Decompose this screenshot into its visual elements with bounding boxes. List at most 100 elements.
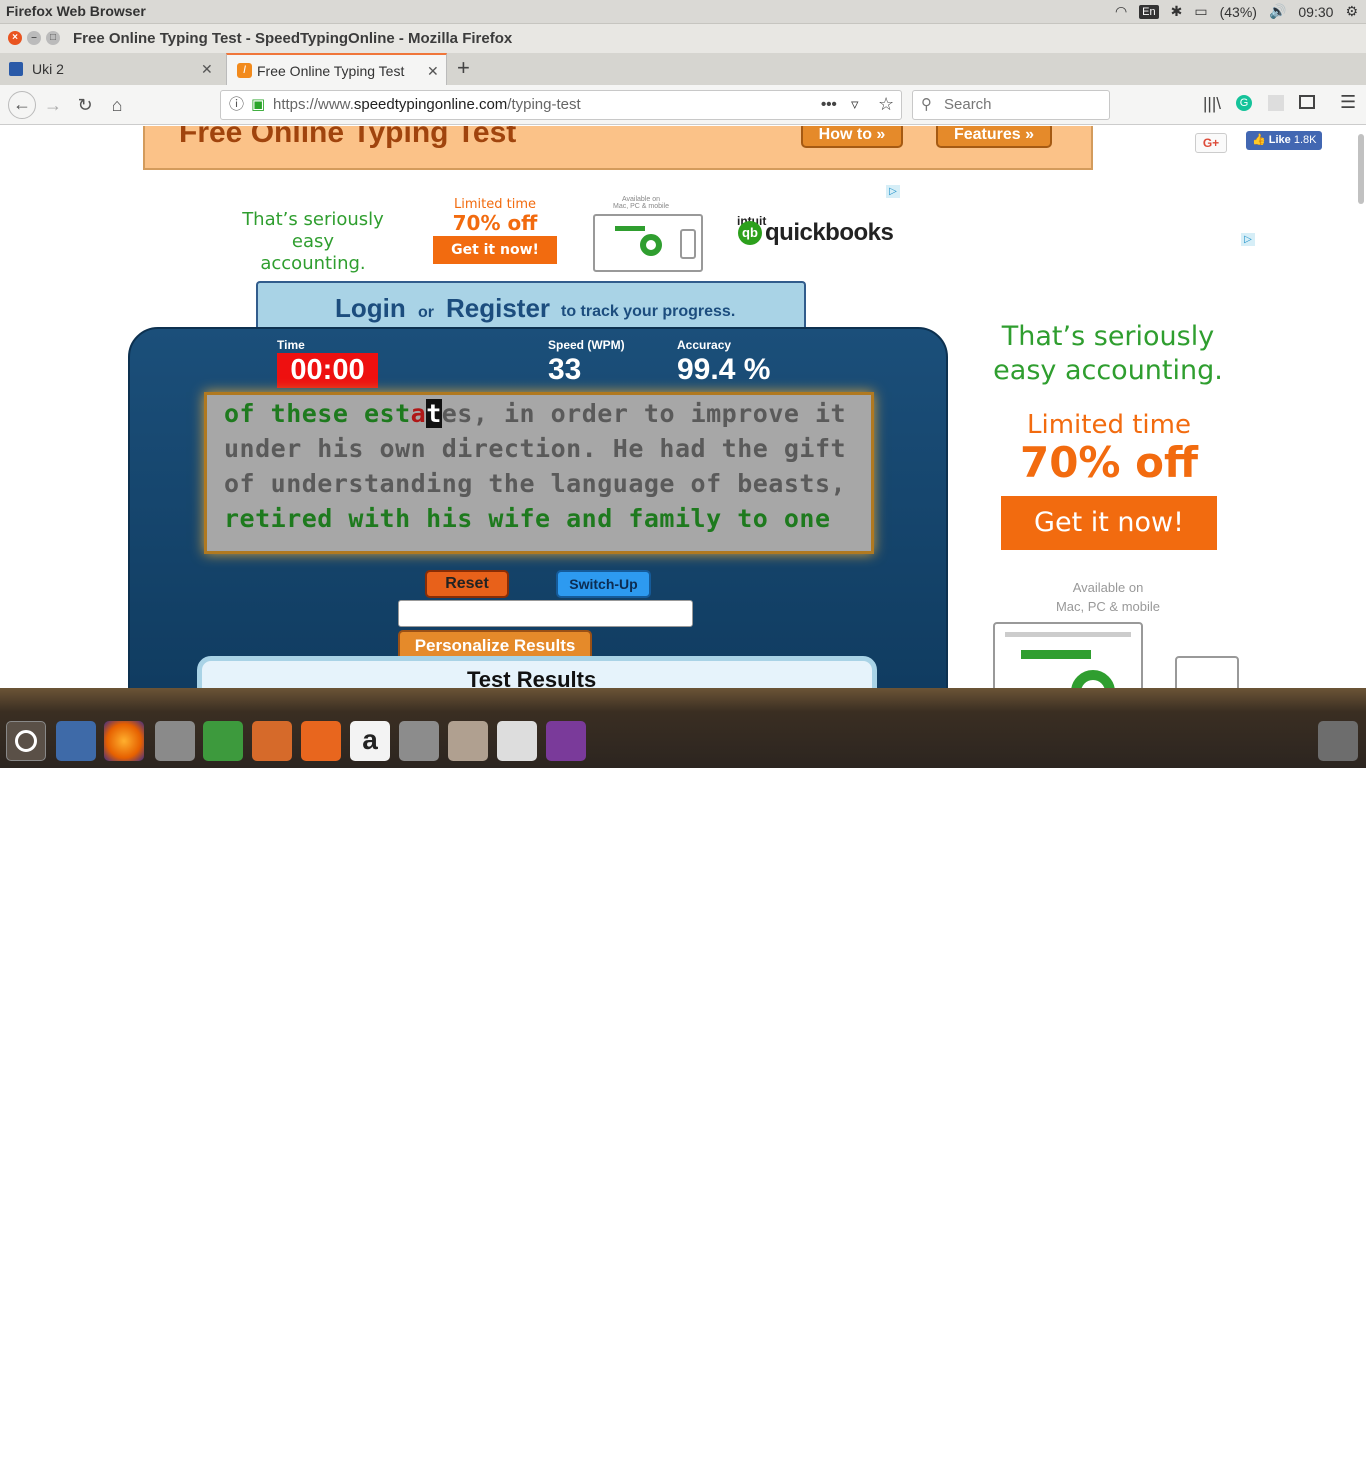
url-bar[interactable]: ⓘ ▣ https://www.speedtypingonline.com/ty… — [220, 90, 902, 120]
text-line-1: of these estates, in order to improve it — [224, 399, 846, 428]
new-tab-icon[interactable]: + — [457, 55, 470, 81]
wifi-icon[interactable]: ◠ — [1115, 3, 1127, 20]
system-tray: ◠ En ✱ ▭ (43%) 🔊 09:30 ⚙ — [1115, 3, 1358, 20]
menu-hamburger-icon[interactable]: ☰ — [1340, 92, 1356, 113]
tab-label: Uki 2 — [32, 61, 64, 77]
search-placeholder: Search — [944, 96, 992, 113]
quickbooks-banner-ad[interactable]: That’s seriously easy accounting. Limite… — [230, 184, 910, 278]
side-ad-line1: That’s seriously — [1001, 321, 1215, 352]
close-tab-icon[interactable]: ✕ — [201, 53, 213, 85]
scrollbar-thumb[interactable] — [1358, 134, 1364, 204]
how-to-button[interactable]: How to » — [801, 126, 903, 148]
settings-gear-icon[interactable]: ⚙ — [1345, 3, 1358, 20]
battery-percentage[interactable]: (43%) — [1220, 4, 1257, 20]
home-icon[interactable]: ⌂ — [105, 93, 129, 117]
amazon-icon[interactable]: a — [350, 721, 390, 761]
files-icon[interactable] — [155, 721, 195, 761]
test-results-panel: Test Results — [197, 656, 877, 688]
minimize-window-button[interactable]: – — [27, 31, 41, 45]
battery-icon[interactable]: ▭ — [1194, 3, 1207, 20]
text-line-4: retired with his wife and family to one — [224, 504, 831, 533]
trash-icon[interactable] — [1318, 721, 1358, 761]
tab-bar: Uki 2 ✕ I Free Online Typing Test ✕ + — [0, 53, 1366, 85]
like-count: 1.8K — [1293, 134, 1317, 146]
features-button[interactable]: Features » — [936, 126, 1052, 148]
side-ad-limited-time: Limited time — [1027, 410, 1191, 440]
close-tab-icon[interactable]: ✕ — [427, 55, 439, 87]
quickbooks-logo-icon: qb — [738, 221, 762, 245]
site-favicon-icon: I — [237, 63, 252, 78]
bluetooth-icon[interactable]: ✱ — [1171, 3, 1183, 20]
firefox-icon[interactable] — [104, 721, 144, 761]
reload-icon[interactable]: ↻ — [73, 93, 97, 117]
software-center-icon[interactable] — [301, 721, 341, 761]
remaining-text: es, in order to improve it — [441, 399, 847, 428]
text-line-2: under his own direction. He had the gift — [224, 434, 847, 463]
contact-icon — [9, 62, 23, 76]
page-actions-icon[interactable]: ••• — [821, 91, 837, 119]
typing-text-area[interactable]: of these estates, in order to improve it… — [204, 392, 874, 554]
reset-button[interactable]: Reset — [425, 570, 509, 598]
volume-icon[interactable]: 🔊 — [1269, 3, 1286, 20]
keyboard-layout-indicator[interactable]: En — [1139, 4, 1159, 19]
adchoices-icon[interactable]: ▷ — [1241, 233, 1255, 246]
spreadsheet-icon[interactable] — [203, 721, 243, 761]
keyboard-app-icon[interactable] — [497, 721, 537, 761]
side-ad-get-it-now-button[interactable]: Get it now! — [1001, 496, 1217, 550]
site-title: Free Online Typing Test — [179, 126, 517, 149]
facebook-like-button[interactable]: 👍 Like 1.8K — [1246, 131, 1322, 150]
switch-up-button[interactable]: Switch-Up — [556, 570, 651, 598]
google-plus-button[interactable]: G+ — [1195, 133, 1227, 153]
ad-limited-time: Limited time — [454, 197, 536, 212]
side-ad-discount: 70% off — [1019, 438, 1199, 487]
mixer-icon[interactable] — [448, 721, 488, 761]
test-results-title: Test Results — [467, 667, 597, 688]
system-settings-icon[interactable] — [399, 721, 439, 761]
tablet-illustration — [1175, 656, 1239, 688]
adchoices-icon[interactable]: ▷ — [886, 185, 900, 198]
quickbooks-side-ad[interactable]: That’s seriously easy accounting. Limite… — [990, 316, 1239, 688]
laptop-illustration — [993, 622, 1143, 688]
side-ad-available-line1: Available on — [1072, 580, 1144, 595]
ad-discount: 70% off — [452, 211, 538, 235]
ad-get-it-now-button[interactable]: Get it now! — [433, 236, 557, 264]
track-progress-text: to track your progress. — [561, 303, 736, 320]
bookmark-star-icon[interactable]: ☆ — [878, 90, 894, 118]
site-header-banner: Free Online Typing Test How to » Feature… — [143, 126, 1093, 170]
text-line-3: of understanding the language of beasts, — [224, 469, 847, 498]
pocket-icon[interactable]: ▿ — [851, 91, 859, 119]
back-arrow-icon[interactable]: ← — [8, 91, 36, 119]
typed-error-char: a — [410, 399, 427, 428]
clock[interactable]: 09:30 — [1298, 4, 1333, 20]
quickbooks-brand: quickbooks — [765, 219, 894, 246]
tab-uki[interactable]: Uki 2 ✕ — [0, 53, 224, 85]
search-icon: ⚲ — [921, 96, 932, 113]
library-icon[interactable]: |||\ — [1203, 94, 1221, 114]
grammarly-icon[interactable]: G — [1236, 95, 1252, 111]
document-viewer-icon[interactable] — [56, 721, 96, 761]
side-ad-line2: easy accounting. — [993, 355, 1223, 386]
typed-correct-text: of these est — [224, 399, 411, 428]
typing-input-field[interactable] — [398, 600, 693, 627]
sidebar-icon[interactable] — [1299, 95, 1315, 109]
dock-taskbar: a — [0, 688, 1366, 1457]
speed-label: Speed (WPM) — [548, 338, 625, 352]
ubuntu-launcher-icon[interactable] — [6, 721, 46, 761]
active-app-title: Firefox Web Browser — [6, 3, 146, 19]
register-link[interactable]: Register — [446, 293, 550, 324]
window-title-bar: × – □ Free Online Typing Test - SpeedTyp… — [0, 24, 1366, 53]
screen-app-icon[interactable] — [546, 721, 586, 761]
extension-icon[interactable] — [1268, 95, 1284, 111]
tab-typing-test[interactable]: I Free Online Typing Test ✕ — [226, 53, 447, 85]
login-link[interactable]: Login — [335, 293, 406, 324]
info-icon[interactable]: ⓘ — [229, 91, 244, 119]
search-input[interactable]: ⚲ Search — [912, 90, 1110, 120]
url-text[interactable]: https://www.speedtypingonline.com/typing… — [273, 91, 581, 119]
maximize-window-button[interactable]: □ — [46, 31, 60, 45]
forward-arrow-icon[interactable]: → — [41, 93, 65, 117]
lock-icon: ▣ — [251, 96, 266, 113]
presentation-icon[interactable] — [252, 721, 292, 761]
ad-line2: easy accounting. — [260, 231, 366, 274]
speed-value: 33 — [548, 353, 582, 386]
close-window-button[interactable]: × — [8, 31, 22, 45]
